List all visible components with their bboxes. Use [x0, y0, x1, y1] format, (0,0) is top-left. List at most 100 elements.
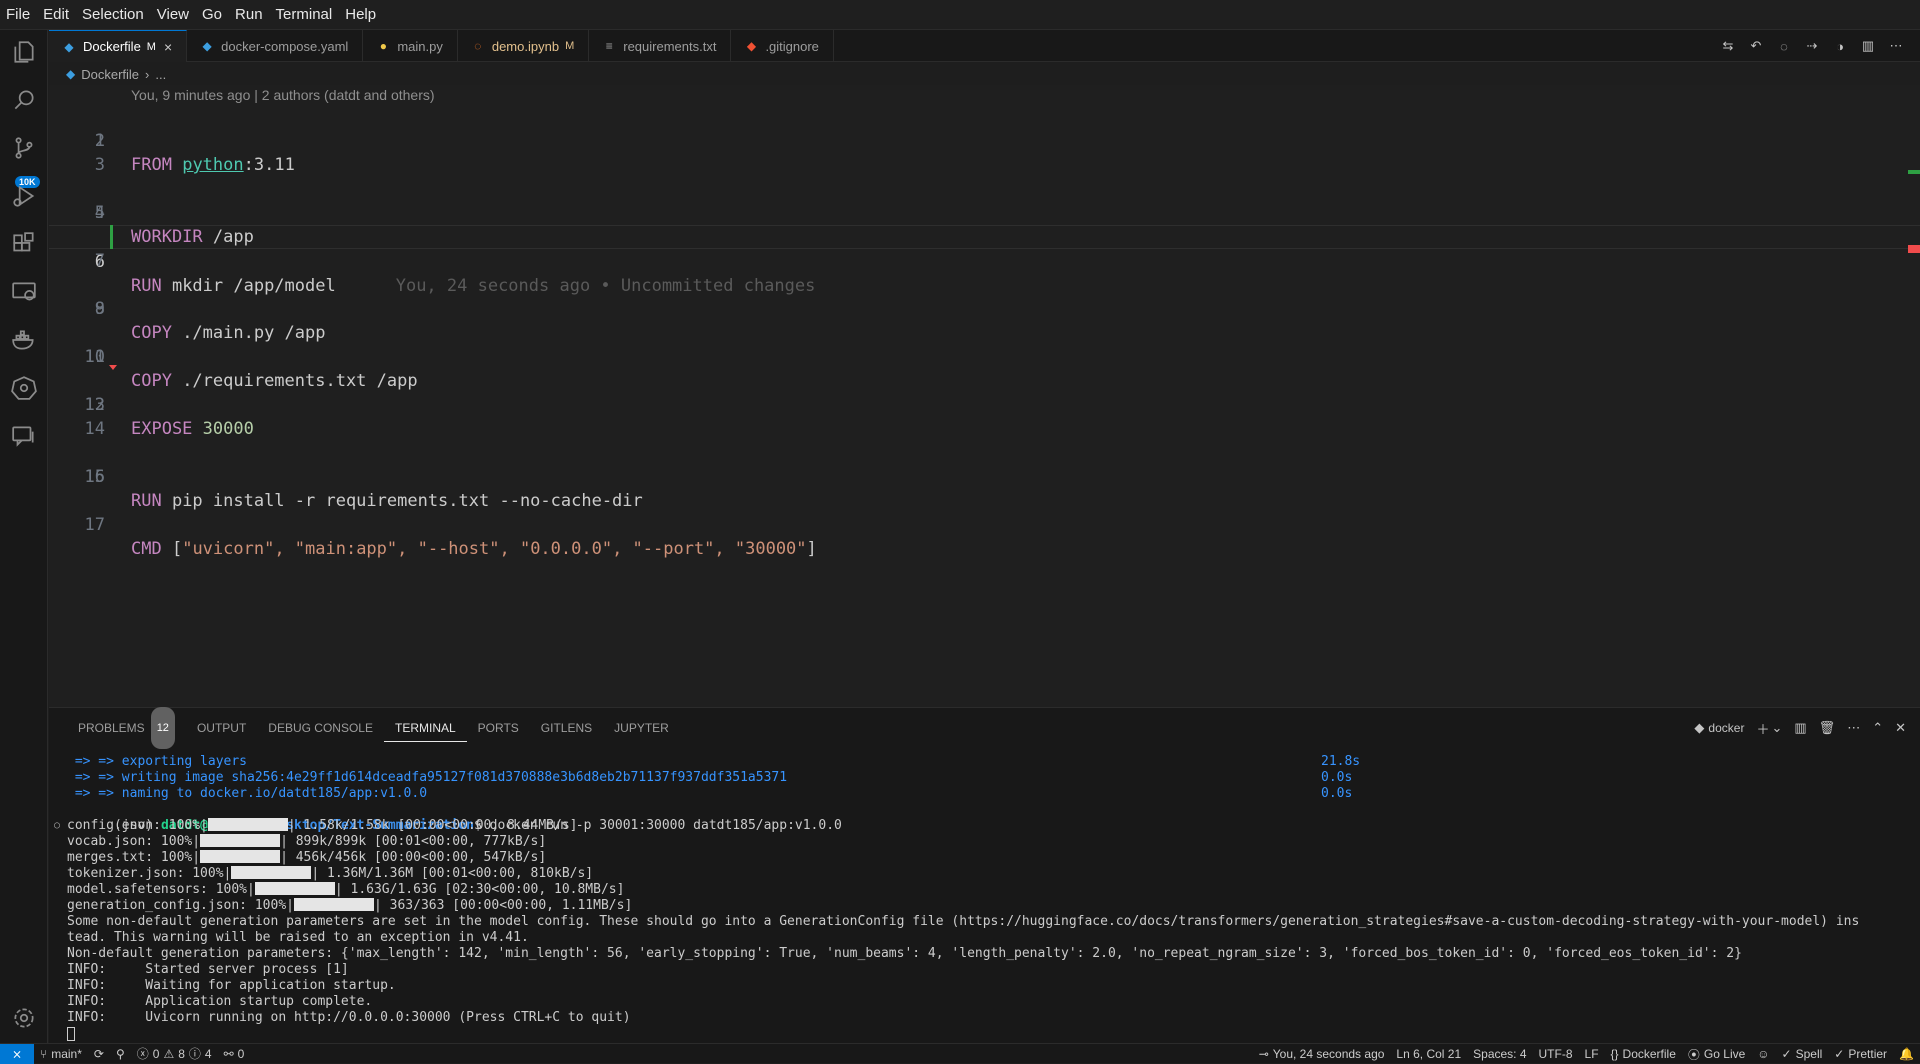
tab-output[interactable]: OUTPUT [186, 708, 257, 748]
code-line-5[interactable]: 5 [49, 201, 1920, 225]
tab-ports[interactable]: PORTS [467, 708, 530, 748]
code-editor[interactable]: You, 9 minutes ago | 2 authors (datdt an… [49, 85, 1920, 707]
docker-icon[interactable] [0, 318, 48, 362]
more-actions-icon[interactable]: ⋯ [1847, 720, 1860, 736]
split-editor-icon[interactable]: ▥ [1860, 38, 1876, 54]
go-back-icon[interactable]: ↶ [1748, 38, 1764, 54]
cursor-position[interactable]: Ln 6, Col 21 [1390, 1047, 1467, 1061]
code-line-11[interactable]: 11 [49, 345, 1920, 369]
remote-indicator-icon[interactable]: ⨯ [0, 1043, 34, 1064]
split-terminal-icon[interactable]: ▥ [1794, 720, 1806, 736]
tab-problems[interactable]: PROBLEMS 12 [67, 707, 186, 749]
chevron-down-icon[interactable]: ⌄ [1771, 720, 1782, 736]
new-terminal-icon[interactable]: ＋ [1756, 719, 1769, 738]
tab-requirements[interactable]: ≡ requirements.txt [589, 30, 732, 62]
menu-file[interactable]: File [0, 0, 37, 30]
kubernetes-icon[interactable] [0, 366, 48, 410]
code-line-10[interactable]: 10 COPY ./requirements.txt /app [49, 321, 1920, 391]
breadcrumb-more[interactable]: ... [155, 67, 166, 82]
code-line-9[interactable]: 9 [49, 297, 1920, 321]
sync-icon[interactable]: ⟳ [88, 1047, 110, 1061]
code-line-16[interactable]: 16 [49, 465, 1920, 489]
copilot-icon[interactable]: ☺ [1751, 1047, 1775, 1061]
previous-change-icon[interactable]: ◌ [1776, 38, 1792, 54]
trash-icon[interactable]: 🗑 [1819, 720, 1836, 736]
tab-label: docker-compose.yaml [221, 38, 349, 54]
code-line-1[interactable]: 1 FROM python:3.11 [49, 105, 1920, 175]
code-line-4[interactable]: 4 WORKDIR /app [49, 177, 1920, 247]
line-number: 16 [84, 467, 105, 487]
code-line-8[interactable]: 8 COPY ./main.py /app [49, 273, 1920, 343]
tab-demo-ipynb[interactable]: ◌ demo.ipynb M [458, 30, 590, 62]
build-time: 0.0s [1321, 786, 1353, 801]
problems-indicator[interactable]: ⓧ 0 ⚠ 8 ⓘ 4 [131, 1045, 218, 1062]
branch-indicator[interactable]: ⑂ main* [34, 1047, 88, 1061]
tab-dockerfile[interactable]: ◆ Dockerfile M × [49, 30, 188, 62]
chat-icon[interactable] [0, 414, 48, 458]
remote-explorer-icon[interactable] [0, 270, 48, 314]
code-line-3[interactable]: 3 [49, 153, 1920, 177]
line-number: 3 [94, 155, 105, 175]
source-control-icon[interactable] [0, 126, 48, 170]
language-mode[interactable]: {} Dockerfile [1605, 1047, 1682, 1061]
code-line-7[interactable]: 7 [49, 249, 1920, 273]
indentation[interactable]: Spaces: 4 [1467, 1047, 1532, 1061]
open-changes-icon[interactable]: ⇆ [1720, 38, 1736, 54]
tab-gitlens[interactable]: GITLENS [530, 708, 603, 748]
menu-edit[interactable]: Edit [37, 0, 76, 30]
ports-indicator[interactable]: ⚯ 0 [218, 1047, 251, 1061]
maximize-panel-icon[interactable]: ⌃ [1872, 720, 1883, 736]
code-line-13[interactable]: 13 [49, 393, 1920, 417]
download-progress-line: tokenizer.json: 100%| | 1.36M/1.36M [00:0… [67, 866, 1907, 882]
breadcrumb-file[interactable]: Dockerfile [81, 67, 139, 82]
radio-tower-icon: ⚯ [223, 1046, 234, 1061]
command-status-icon[interactable]: ○ [54, 818, 60, 834]
git-graph-icon[interactable]: ⚲ [110, 1047, 131, 1061]
close-icon[interactable]: × [164, 39, 172, 55]
blame-icon[interactable]: ◑ [1832, 38, 1848, 54]
menu-terminal[interactable]: Terminal [270, 0, 340, 30]
prettier-status[interactable]: ✓ Prettier [1828, 1047, 1893, 1061]
end-of-line[interactable]: LF [1579, 1047, 1605, 1061]
spell-check[interactable]: ✓ Spell [1776, 1047, 1829, 1061]
terminal-line: INFO: Uvicorn running on http://0.0.0.0:… [67, 1010, 631, 1025]
code-line-2[interactable]: 2 [49, 129, 1920, 153]
code-line-6-current[interactable]: 6 RUN mkdir /app/model You, 24 seconds ag… [49, 225, 1920, 296]
terminal-output[interactable]: => => exporting layers 21.8s => => writin… [54, 754, 1907, 1044]
tab-gitignore[interactable]: ◆ .gitignore [731, 30, 834, 62]
menu-go[interactable]: Go [196, 0, 229, 30]
terminal-name[interactable]: docker [1708, 721, 1744, 735]
code-line-12[interactable]: 12 EXPOSE 30000 [49, 369, 1920, 439]
tab-main-py[interactable]: ● main.py [363, 30, 458, 62]
terminal-input-line[interactable] [67, 1026, 1907, 1042]
settings-gear-icon[interactable] [0, 996, 48, 1040]
extensions-icon[interactable] [0, 222, 48, 266]
panel-tabs: PROBLEMS 12 OUTPUT DEBUG CONSOLE TERMINA… [67, 707, 680, 749]
menu-selection[interactable]: Selection [76, 0, 151, 30]
blame-header[interactable]: You, 9 minutes ago | 2 authors (datdt an… [131, 85, 435, 105]
menu-run[interactable]: Run [229, 0, 270, 30]
close-icon[interactable]: ✕ [1895, 720, 1906, 736]
tab-jupyter[interactable]: JUPYTER [603, 708, 680, 748]
code-line-17[interactable]: 17 CMD ["uvicorn", "main:app", "--host",… [49, 489, 1920, 559]
blame-status[interactable]: ⊸ You, 24 seconds ago [1253, 1047, 1391, 1061]
tab-debug-console[interactable]: DEBUG CONSOLE [257, 708, 384, 748]
notifications-bell-icon[interactable]: 🔔 [1893, 1047, 1920, 1061]
code-line-15[interactable]: 15 RUN pip install -r requirements.txt -… [49, 441, 1920, 511]
download-stats: | 1.63G/1.63G [02:30<00:00, 10.8MB/s] [334, 882, 625, 897]
next-change-icon[interactable]: ⇢ [1804, 38, 1820, 54]
menu-bar: File Edit Selection View Go Run Terminal… [0, 0, 1920, 30]
encoding[interactable]: UTF-8 [1533, 1047, 1579, 1061]
search-icon[interactable] [0, 78, 48, 122]
more-actions-icon[interactable]: ⋯ [1888, 38, 1904, 54]
menu-help[interactable]: Help [339, 0, 383, 30]
tab-terminal[interactable]: TERMINAL [383, 714, 467, 742]
info-icon: ⓘ [188, 1047, 201, 1061]
tab-docker-compose[interactable]: ◆ docker-compose.yaml [187, 30, 364, 62]
code-line-14[interactable]: 14 [49, 417, 1920, 441]
explorer-icon[interactable] [0, 30, 48, 74]
go-live-button[interactable]: ⦿ Go Live [1682, 1046, 1751, 1063]
menu-view[interactable]: View [151, 0, 196, 30]
terminal-line: INFO: Started server process [1] [67, 962, 349, 977]
run-debug-icon[interactable] [0, 174, 48, 218]
